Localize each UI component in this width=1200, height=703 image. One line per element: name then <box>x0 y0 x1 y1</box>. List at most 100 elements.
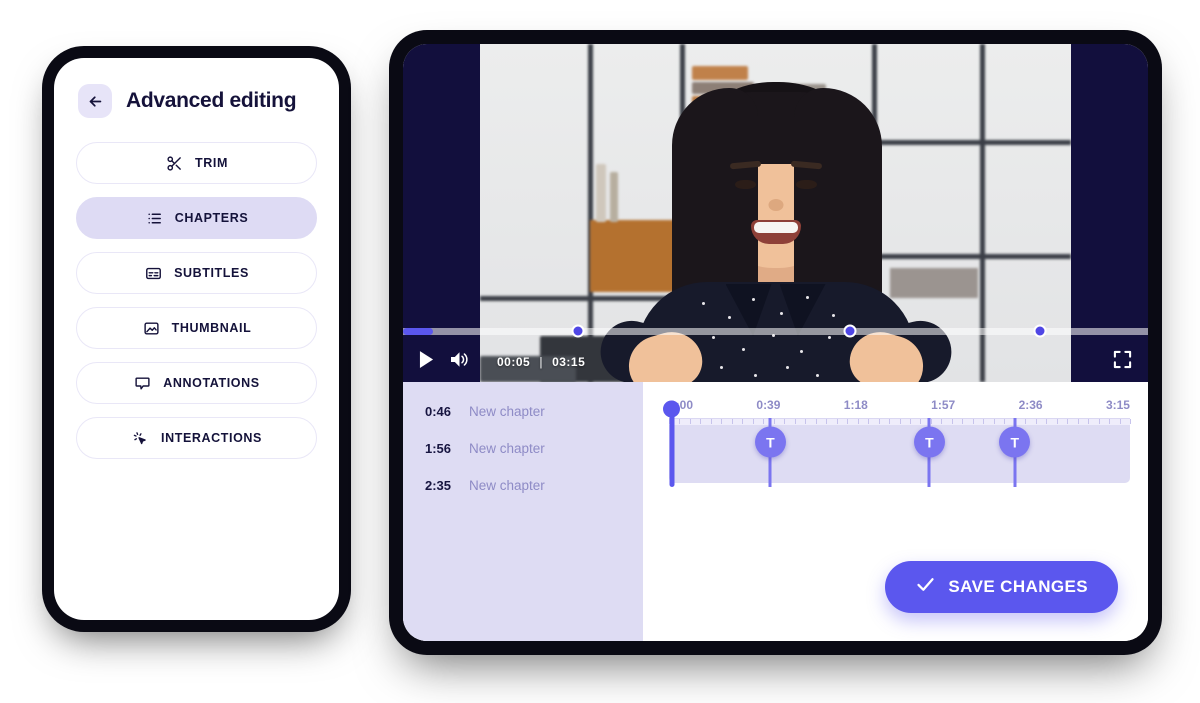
fullscreen-button[interactable] <box>1113 350 1132 374</box>
ruler-tick <box>700 419 702 424</box>
ruler-tick <box>920 419 922 424</box>
timeline-chapter-marker[interactable]: T <box>999 418 1031 487</box>
progress-chapter-marker[interactable] <box>571 324 585 338</box>
timeline-area: 0:00 0:39 1:18 1:57 2:36 3:15 T T T SAVE… <box>643 382 1148 641</box>
play-icon <box>419 351 434 373</box>
ruler-tick <box>1077 419 1079 424</box>
click-cursor-icon <box>131 429 150 448</box>
progress-chapter-marker[interactable] <box>843 324 857 338</box>
timeline-chapter-marker[interactable]: T <box>754 418 786 487</box>
video-player[interactable]: 00:05 | 03:15 <box>403 44 1148 382</box>
progress-fill <box>403 327 433 335</box>
menu-item-subtitles[interactable]: SUBTITLES <box>76 252 317 294</box>
scissors-icon <box>165 154 184 173</box>
timeline-chapter-marker[interactable]: T <box>913 418 945 487</box>
advanced-editing-panel: Advanced editing TRIM CHAPTERS SUBTITLES… <box>54 58 339 620</box>
chapter-time: 2:35 <box>425 478 452 493</box>
chapter-list-item[interactable]: 2:35 New chapter <box>425 478 643 493</box>
chapter-name[interactable]: New chapter <box>469 404 545 419</box>
menu-item-trim[interactable]: TRIM <box>76 142 317 184</box>
timeline-tick-label: 0:39 <box>756 398 781 412</box>
page-title: Advanced editing <box>126 89 297 112</box>
chapter-name[interactable]: New chapter <box>469 441 545 456</box>
ruler-tick <box>930 419 932 424</box>
editing-menu: TRIM CHAPTERS SUBTITLES THUMBNAIL ANNOTA… <box>76 142 317 459</box>
duration: 03:15 <box>552 355 586 369</box>
menu-item-label: THUMBNAIL <box>171 321 252 335</box>
ruler-tick <box>1109 419 1111 424</box>
ruler-tick <box>679 419 681 424</box>
timeline-tick-label: 1:18 <box>843 398 868 412</box>
ruler-tick <box>805 419 807 424</box>
ruler-tick <box>1035 419 1037 424</box>
comment-icon <box>133 374 152 393</box>
menu-item-annotations[interactable]: ANNOTATIONS <box>76 362 317 404</box>
arrow-left-icon <box>87 93 104 110</box>
ruler-tick <box>1046 419 1048 424</box>
playhead-knob[interactable] <box>663 400 681 418</box>
save-changes-button[interactable]: SAVE CHANGES <box>885 561 1118 613</box>
save-changes-label: SAVE CHANGES <box>948 577 1088 596</box>
progress-chapter-marker[interactable] <box>1033 324 1047 338</box>
ruler-tick <box>972 419 974 424</box>
ruler-tick <box>993 419 995 424</box>
video-progress-bar[interactable] <box>403 320 1148 342</box>
volume-button[interactable] <box>450 351 469 373</box>
ruler-tick <box>763 419 765 424</box>
chapter-marker-bubble[interactable]: T <box>999 426 1031 458</box>
ruler-tick <box>857 419 859 424</box>
timeline[interactable]: 0:00 0:39 1:18 1:57 2:36 3:15 T T T <box>663 398 1131 487</box>
current-time: 00:05 <box>497 355 531 369</box>
chapter-name[interactable]: New chapter <box>469 478 545 493</box>
ruler-tick <box>1056 419 1058 424</box>
chapter-marker-bubble[interactable]: T <box>913 426 945 458</box>
image-icon <box>142 319 161 338</box>
chapter-list-item[interactable]: 1:56 New chapter <box>425 441 643 456</box>
menu-item-label: SUBTITLES <box>174 266 249 280</box>
timeline-tick-label: 3:15 <box>1105 398 1130 412</box>
ruler-tick <box>1088 419 1090 424</box>
ruler-tick <box>1025 419 1027 424</box>
ruler-tick <box>731 419 733 424</box>
panel-header: Advanced editing <box>76 84 317 118</box>
chapter-time: 0:46 <box>425 404 452 419</box>
ruler-tick <box>983 419 985 424</box>
menu-item-chapters[interactable]: CHAPTERS <box>76 197 317 239</box>
menu-item-interactions[interactable]: INTERACTIONS <box>76 417 317 459</box>
screenshot-root: Advanced editing TRIM CHAPTERS SUBTITLES… <box>0 0 1200 703</box>
timeline-track[interactable]: T T T <box>663 400 1130 487</box>
menu-item-label: TRIM <box>195 156 228 170</box>
chapter-marker-bubble[interactable]: T <box>754 426 786 458</box>
volume-icon <box>450 351 469 373</box>
ruler-tick <box>1119 419 1121 424</box>
ruler-tick <box>689 419 691 424</box>
back-button[interactable] <box>78 84 112 118</box>
fullscreen-icon <box>1113 350 1132 374</box>
timeline-ruler-ticks <box>669 418 1131 425</box>
ruler-tick <box>836 419 838 424</box>
timeline-tick-label: 1:57 <box>931 398 956 412</box>
menu-item-label: CHAPTERS <box>174 211 249 225</box>
ruler-tick <box>742 419 744 424</box>
ruler-tick <box>899 419 901 424</box>
ruler-tick <box>773 419 775 424</box>
ruler-tick <box>1004 419 1006 424</box>
ruler-tick <box>710 419 712 424</box>
chapter-time: 1:56 <box>425 441 452 456</box>
chapter-list-item[interactable]: 0:46 New chapter <box>425 404 643 419</box>
check-icon <box>915 574 936 600</box>
ruler-tick <box>847 419 849 424</box>
list-icon <box>145 209 164 228</box>
timeline-ruler-labels: 0:00 0:39 1:18 1:57 2:36 3:15 <box>669 398 1130 418</box>
ruler-tick <box>1130 419 1131 424</box>
ruler-tick <box>962 419 964 424</box>
menu-item-label: ANNOTATIONS <box>163 376 260 390</box>
ruler-tick <box>752 419 754 424</box>
menu-item-thumbnail[interactable]: THUMBNAIL <box>76 307 317 349</box>
ruler-tick <box>889 419 891 424</box>
ruler-tick <box>1098 419 1100 424</box>
play-button[interactable] <box>419 351 434 373</box>
progress-track[interactable] <box>403 324 1148 338</box>
timeline-playhead[interactable] <box>663 400 681 487</box>
player-controls: 00:05 | 03:15 <box>403 342 1148 382</box>
